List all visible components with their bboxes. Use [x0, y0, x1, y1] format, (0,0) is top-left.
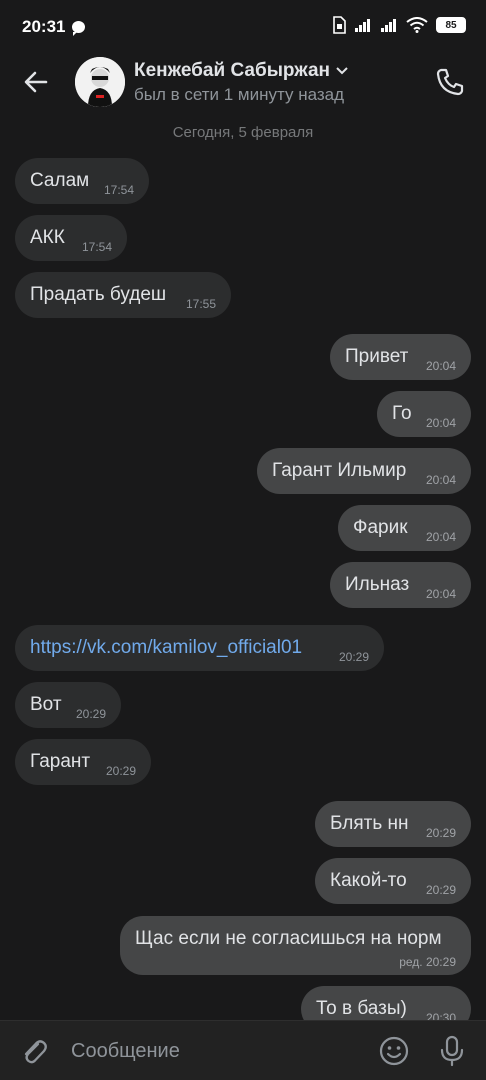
- message-time: 20:04: [425, 530, 456, 544]
- microphone-icon[interactable]: [436, 1034, 468, 1068]
- message-time: 20:04: [425, 473, 456, 487]
- message-time: 17:54: [103, 183, 134, 197]
- status-bar: 20:31 85: [0, 0, 486, 56]
- status-icons: 85: [332, 16, 466, 34]
- status-time: 20:31: [22, 17, 66, 36]
- last-seen-status: был в сети 1 минуту назад: [134, 85, 345, 104]
- message-time: 17:55: [185, 297, 216, 311]
- message-time: 20:04: [425, 359, 456, 373]
- message-composer: Сообщение: [0, 1020, 486, 1080]
- message-text: Вот: [30, 694, 62, 715]
- message-bubble-outgoing[interactable]: Ильназ 20:04: [330, 562, 471, 608]
- notification-message-icon: [72, 21, 85, 36]
- message-text: Какой-то: [330, 870, 407, 891]
- message-bubble-outgoing[interactable]: Какой-то 20:29: [315, 858, 471, 904]
- message-time: 20:04: [425, 416, 456, 430]
- message-bubble-outgoing[interactable]: Гарант Ильмир 20:04: [257, 448, 471, 494]
- battery-icon: 85: [436, 17, 466, 33]
- message-text: Го: [392, 403, 412, 424]
- message-text: Блять нн: [330, 813, 409, 834]
- emoji-smile-icon[interactable]: [378, 1035, 410, 1067]
- message-time: 17:54: [81, 240, 112, 254]
- message-bubble-outgoing[interactable]: Щас если не согласишься на норм ред. 20:…: [120, 916, 471, 975]
- message-text: Гарант: [30, 751, 91, 772]
- message-bubble-incoming[interactable]: Гарант 20:29: [15, 739, 151, 785]
- avatar-figure-icon: [75, 57, 125, 107]
- back-arrow-icon[interactable]: [18, 64, 54, 100]
- message-bubble-outgoing[interactable]: Привет 20:04: [330, 334, 471, 380]
- message-bubble-incoming[interactable]: Прадать будеш 17:55: [15, 272, 231, 318]
- message-text: То в базы): [316, 998, 407, 1019]
- attach-paperclip-icon[interactable]: [18, 1035, 50, 1067]
- sim-icon: [333, 16, 346, 34]
- message-bubble-incoming[interactable]: Салам 17:54: [15, 158, 149, 204]
- message-text: Салам: [30, 170, 90, 191]
- chevron-down-icon: [336, 67, 348, 75]
- message-text: Фарик: [353, 517, 408, 538]
- message-text: Щас если не согласишься на норм: [135, 928, 442, 949]
- chat-screen: 20:31 85 Кенжебай Сабыржан был в сети 1 …: [0, 0, 486, 1080]
- message-time: 20:29: [105, 764, 136, 778]
- contact-name[interactable]: Кенжебай Сабыржан: [134, 60, 348, 82]
- message-bubble-outgoing[interactable]: Фарик 20:04: [338, 505, 471, 551]
- message-text: Прадать будеш: [30, 284, 167, 305]
- message-link[interactable]: https://vk.com/kamilov_official01: [30, 637, 302, 659]
- message-bubble-outgoing[interactable]: Блять нн 20:29: [315, 801, 471, 847]
- contact-name-text: Кенжебай Сабыржан: [134, 60, 331, 81]
- avatar[interactable]: [75, 57, 125, 107]
- message-time: 20:29: [75, 707, 106, 721]
- wifi-icon: [406, 17, 428, 33]
- message-bubble-incoming[interactable]: https://vk.com/kamilov_official01 20:29: [15, 625, 384, 671]
- message-input[interactable]: Сообщение: [71, 1040, 180, 1063]
- signal-2-icon: [381, 19, 396, 32]
- message-text: Ильназ: [345, 574, 410, 595]
- chat-header: Кенжебай Сабыржан был в сети 1 минуту на…: [0, 56, 486, 108]
- signal-1-icon: [355, 19, 370, 32]
- message-bubble-incoming[interactable]: АКК 17:54: [15, 215, 127, 261]
- phone-call-icon[interactable]: [432, 64, 468, 100]
- message-text: АКК: [30, 227, 65, 248]
- message-time: 20:29: [425, 826, 456, 840]
- date-separator: Сегодня, 5 февраля: [172, 124, 314, 141]
- message-time: ред. 20:29: [399, 955, 456, 969]
- message-time: 20:29: [425, 883, 456, 897]
- message-time: 20:29: [338, 650, 369, 664]
- message-bubble-outgoing[interactable]: Го 20:04: [377, 391, 471, 437]
- message-text: Привет: [345, 346, 409, 367]
- message-time: 20:04: [425, 587, 456, 601]
- message-text: Гарант Ильмир: [272, 460, 407, 481]
- message-bubble-incoming[interactable]: Вот 20:29: [15, 682, 121, 728]
